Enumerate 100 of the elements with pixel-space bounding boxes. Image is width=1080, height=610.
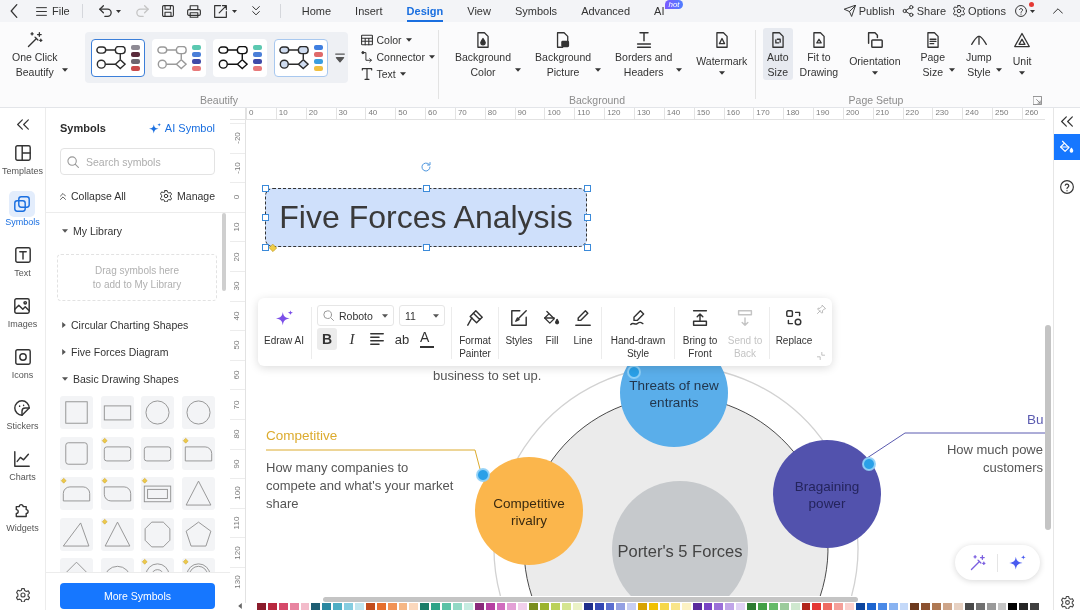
double-chevron-left-icon[interactable] <box>16 119 29 130</box>
color-swatch[interactable] <box>365 603 375 610</box>
options-button[interactable]: Options <box>953 5 1006 17</box>
title-box[interactable]: Five Forces Analysis <box>265 188 587 247</box>
color-swatch[interactable] <box>431 603 441 610</box>
paint-bucket-icon[interactable] <box>1054 134 1080 160</box>
menu-tab[interactable]: Insert <box>355 0 383 22</box>
font-size-field[interactable]: 11 <box>399 305 445 326</box>
rotate-icon[interactable] <box>421 162 431 172</box>
more-symbols-button[interactable]: More Symbols <box>60 583 215 609</box>
resize-handle[interactable] <box>261 214 269 221</box>
color-swatch[interactable] <box>300 603 310 610</box>
section-header[interactable]: Circular Charting Shapes <box>60 311 189 338</box>
menu-tab[interactable]: Home <box>301 0 332 22</box>
background-color-button[interactable]: Background Color <box>451 28 526 80</box>
file-menu[interactable]: File <box>34 2 72 20</box>
color-swatch[interactable] <box>812 603 822 610</box>
page-size-button[interactable]: Page Size <box>916 28 960 80</box>
color-swatch[interactable] <box>899 603 909 610</box>
color-swatch[interactable] <box>257 603 266 610</box>
pin-icon[interactable] <box>817 305 826 314</box>
anchor-point-icon[interactable] <box>476 468 490 482</box>
color-swatch[interactable] <box>943 603 952 610</box>
line-button[interactable]: Line <box>570 305 596 347</box>
color-swatch[interactable] <box>659 603 669 610</box>
magic-wand-icon[interactable] <box>969 554 986 571</box>
font-color-button[interactable]: A <box>417 328 437 350</box>
color-swatch[interactable] <box>442 603 452 610</box>
caret-icon[interactable] <box>231 9 237 13</box>
color-swatch[interactable] <box>649 603 658 610</box>
sparkle-icon[interactable] <box>1008 555 1026 570</box>
hand-drawn-style-button[interactable]: Hand-drawn Style <box>607 305 669 360</box>
color-swatch[interactable] <box>551 603 560 610</box>
ai-symbol-button[interactable]: AI Symbol <box>148 122 215 134</box>
color-swatch[interactable] <box>801 603 811 610</box>
sidebar-item[interactable]: Text <box>9 242 36 293</box>
color-swatch[interactable] <box>703 603 713 610</box>
double-chevron-left-icon[interactable] <box>1061 116 1073 127</box>
fit-to-drawing-button[interactable]: Fit to Drawing <box>795 28 843 80</box>
scroll-arrow-icon[interactable] <box>238 603 242 609</box>
replace-button[interactable]: Replace <box>775 305 813 347</box>
anchor-point-icon[interactable] <box>862 457 876 471</box>
menu-tab[interactable]: Advanced <box>581 0 631 22</box>
text-button[interactable]: Text <box>360 67 435 80</box>
case-button[interactable]: ab <box>392 328 412 350</box>
diamond-icon[interactable] <box>60 558 93 572</box>
undo-icon[interactable] <box>98 5 112 17</box>
color-swatch[interactable] <box>344 603 353 610</box>
color-swatch[interactable] <box>518 603 528 610</box>
color-swatch[interactable] <box>387 603 397 610</box>
italic-button[interactable]: I <box>342 328 362 350</box>
square-icon[interactable] <box>60 396 93 429</box>
font-field[interactable]: Roboto <box>317 305 394 326</box>
rounded-top-rectangle-icon[interactable] <box>60 477 93 510</box>
print-icon[interactable] <box>186 4 201 18</box>
color-swatch[interactable] <box>507 603 517 610</box>
color-swatch[interactable] <box>1019 603 1029 610</box>
color-swatch[interactable] <box>975 603 985 610</box>
publish-button[interactable]: Publish <box>843 5 895 17</box>
resize-handle[interactable] <box>261 243 269 251</box>
theme-thumbnail[interactable] <box>90 38 145 77</box>
scrollbar-thumb[interactable] <box>323 597 858 602</box>
help-icon[interactable] <box>1015 5 1027 17</box>
scrollbar-thumb[interactable] <box>1045 325 1051 530</box>
theme-thumbnail[interactable] <box>151 38 206 77</box>
resize-handle[interactable] <box>422 243 430 251</box>
color-swatch[interactable] <box>463 603 473 610</box>
resize-handle[interactable] <box>422 184 430 192</box>
section-header[interactable]: Basic Drawing Shapes <box>60 365 179 392</box>
color-swatch[interactable] <box>834 603 844 610</box>
theme-thumbnail[interactable] <box>212 38 267 77</box>
color-swatch[interactable] <box>790 603 800 610</box>
color-swatch[interactable] <box>398 603 408 610</box>
section-header[interactable]: Five Forces Diagram <box>60 338 169 365</box>
color-swatch[interactable] <box>496 603 506 610</box>
color-swatch[interactable] <box>627 603 637 610</box>
color-swatch[interactable] <box>409 603 419 610</box>
sidebar-item[interactable]: Templates <box>2 140 43 191</box>
color-swatch[interactable] <box>964 603 974 610</box>
rounded-corner-rectangle-icon[interactable] <box>181 436 215 470</box>
background-picture-button[interactable]: Background Picture <box>531 28 606 80</box>
color-swatch[interactable] <box>583 603 593 610</box>
donut-icon[interactable] <box>141 558 174 572</box>
color-swatch[interactable] <box>747 603 756 610</box>
dome-icon[interactable] <box>100 558 134 572</box>
unit-button[interactable]: Unit <box>1008 28 1036 80</box>
color-swatch[interactable] <box>376 603 386 610</box>
color-swatch[interactable] <box>823 603 833 610</box>
color-swatch[interactable] <box>540 603 550 610</box>
color-swatch[interactable] <box>572 603 582 610</box>
one-click-beautify-button[interactable]: One Click Beautify <box>8 28 72 80</box>
resize-handle[interactable] <box>583 214 591 221</box>
export-icon[interactable] <box>213 4 227 18</box>
dialog-launcher-icon[interactable] <box>1033 95 1042 105</box>
color-swatch[interactable] <box>355 603 364 610</box>
color-swatch[interactable] <box>725 603 735 610</box>
resize-handle[interactable] <box>583 184 591 192</box>
color-swatch[interactable] <box>289 603 299 610</box>
color-swatch[interactable] <box>692 603 702 610</box>
color-swatch[interactable] <box>856 603 865 610</box>
